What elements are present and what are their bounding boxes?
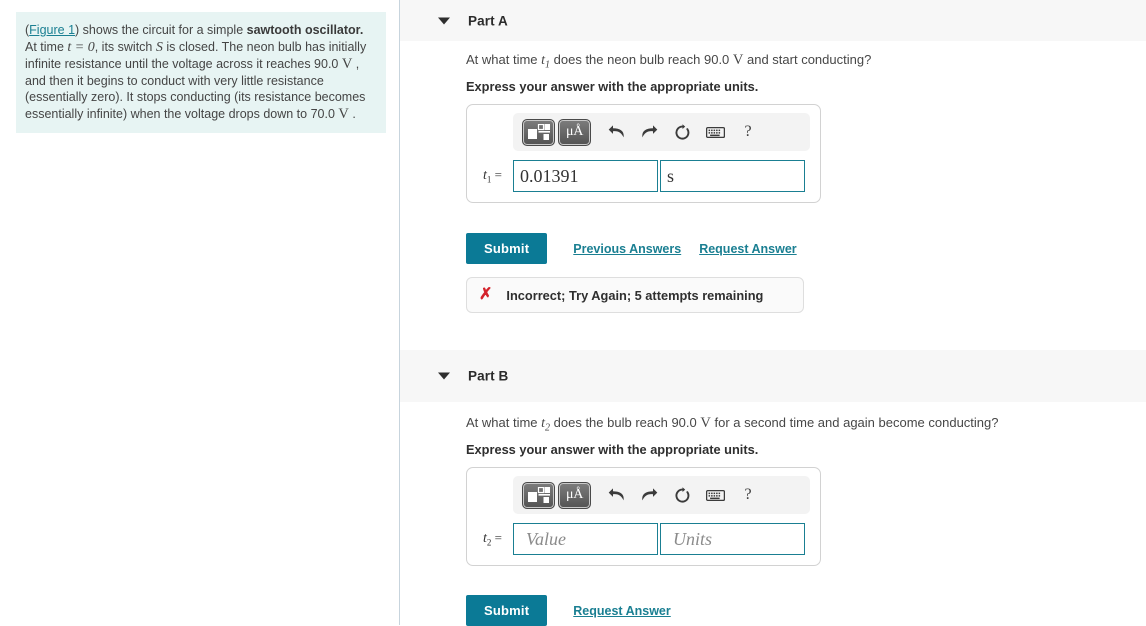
part-a-label-sub: 1: [486, 174, 492, 185]
reset-icon[interactable]: [667, 482, 697, 509]
part-b-label-sub: 2: [486, 537, 492, 548]
undo-icon-glyph: [608, 125, 624, 138]
part-b-question: At what time t2 does the bulb reach 90.0…: [466, 415, 999, 434]
reset-icon[interactable]: [667, 119, 697, 146]
part-b-toolbar: μÅ ?: [513, 476, 810, 514]
problem-text-3: , its switch: [94, 39, 156, 54]
part-b-question-unit: V: [700, 415, 711, 431]
help-icon[interactable]: ?: [733, 119, 763, 146]
units-icon-button[interactable]: μÅ: [558, 481, 591, 509]
math-t-equals-zero: t = 0: [67, 39, 95, 55]
part-a-question-post: and start conducting?: [743, 52, 872, 67]
template-icon: [527, 124, 550, 140]
template-icon-button[interactable]: [522, 481, 555, 509]
answer-pane: Part A At what time t1 does the neon bul…: [400, 0, 1146, 626]
problem-text-6: .: [348, 106, 356, 121]
part-a-feedback: ✗ Incorrect; Try Again; 5 attempts remai…: [466, 277, 804, 313]
undo-icon[interactable]: [601, 119, 631, 146]
part-a-title: Part A: [468, 13, 508, 28]
part-a-question: At what time t1 does the neon bulb reach…: [466, 52, 871, 71]
part-b-question-mid: does the bulb reach 90.0: [550, 415, 701, 430]
problem-bold-sawtooth: sawtooth oscillator.: [246, 23, 364, 37]
part-a-submit-button[interactable]: Submit: [466, 233, 548, 264]
part-b-field-row: t2 = Value Units: [477, 523, 810, 555]
part-a-toolbar: μÅ ?: [513, 113, 810, 151]
redo-icon[interactable]: [634, 119, 664, 146]
part-a-field-row: t1 = 0.01391 s: [477, 160, 810, 192]
part-a-answer-box: μÅ ? t1 = 0.01391 s: [466, 104, 821, 203]
undo-icon-glyph: [608, 488, 624, 501]
template-icon-button[interactable]: [522, 118, 555, 146]
help-icon[interactable]: ?: [733, 482, 763, 509]
reset-icon-glyph: [675, 486, 689, 502]
part-a-field-label: t1 =: [477, 167, 513, 185]
part-b-label-eq: =: [494, 530, 502, 546]
part-a-question-mid: does the neon bulb reach 90.0: [550, 52, 733, 67]
keyboard-icon-glyph: [705, 489, 725, 501]
keyboard-icon[interactable]: [700, 119, 730, 146]
part-a-question-pre: At what time: [466, 52, 542, 67]
part-b-request-answer-link[interactable]: Request Answer: [573, 604, 670, 618]
problem-text-1: ) shows the circuit for a simple: [75, 23, 247, 37]
part-b-question-pre: At what time: [466, 415, 542, 430]
x-mark-icon: ✗: [479, 286, 493, 303]
part-b-header[interactable]: Part B: [400, 350, 1146, 402]
part-a-header[interactable]: Part A: [400, 0, 1146, 41]
part-a-submit-row: Submit Previous Answers Request Answer: [466, 233, 797, 264]
part-a-question-unit: V: [732, 52, 744, 68]
part-b-units-input[interactable]: Units: [660, 523, 805, 555]
part-a-instruction: Express your answer with the appropriate…: [466, 79, 759, 94]
part-b-question-post: for a second time and again become condu…: [710, 415, 999, 430]
undo-icon[interactable]: [601, 482, 631, 509]
math-switch-s: S: [155, 39, 163, 55]
chevron-down-icon[interactable]: [438, 372, 450, 380]
figure-1-link[interactable]: Figure 1: [29, 23, 75, 37]
part-a-request-answer-link[interactable]: Request Answer: [699, 242, 796, 256]
keyboard-icon[interactable]: [700, 482, 730, 509]
part-a-feedback-text: Incorrect; Try Again; 5 attempts remaini…: [506, 287, 764, 303]
math-volt-2: V: [338, 105, 349, 122]
keyboard-icon-glyph: [705, 126, 725, 138]
part-b-field-label: t2 =: [477, 530, 513, 548]
part-a-units-input[interactable]: s: [660, 160, 805, 192]
part-a-value-input[interactable]: 0.01391: [513, 160, 658, 192]
reset-icon-glyph: [675, 123, 689, 139]
part-b-title: Part B: [468, 368, 509, 384]
problem-statement-card: (Figure 1) shows the circuit for a simpl…: [16, 12, 386, 133]
math-volt-1: V: [341, 56, 353, 73]
part-b-answer-box: μÅ ? t2 = Value Units: [466, 467, 821, 566]
template-icon: [527, 487, 550, 503]
problem-pane: (Figure 1) shows the circuit for a simpl…: [0, 0, 399, 625]
part-a-previous-answers-link[interactable]: Previous Answers: [573, 242, 681, 256]
redo-icon-glyph: [641, 488, 657, 501]
part-b-submit-button[interactable]: Submit: [466, 595, 548, 626]
part-b-value-input[interactable]: Value: [513, 523, 658, 555]
problem-text-2: At time: [25, 39, 68, 54]
problem-statement-text: (Figure 1) shows the circuit for a simpl…: [25, 22, 376, 123]
units-icon-button[interactable]: μÅ: [558, 118, 591, 146]
redo-icon[interactable]: [634, 482, 664, 509]
part-b-instruction: Express your answer with the appropriate…: [466, 442, 759, 457]
redo-icon-glyph: [641, 125, 657, 138]
chevron-down-icon[interactable]: [438, 17, 450, 24]
part-b-submit-row: Submit Request Answer: [466, 595, 671, 626]
part-a-label-eq: =: [494, 167, 502, 183]
